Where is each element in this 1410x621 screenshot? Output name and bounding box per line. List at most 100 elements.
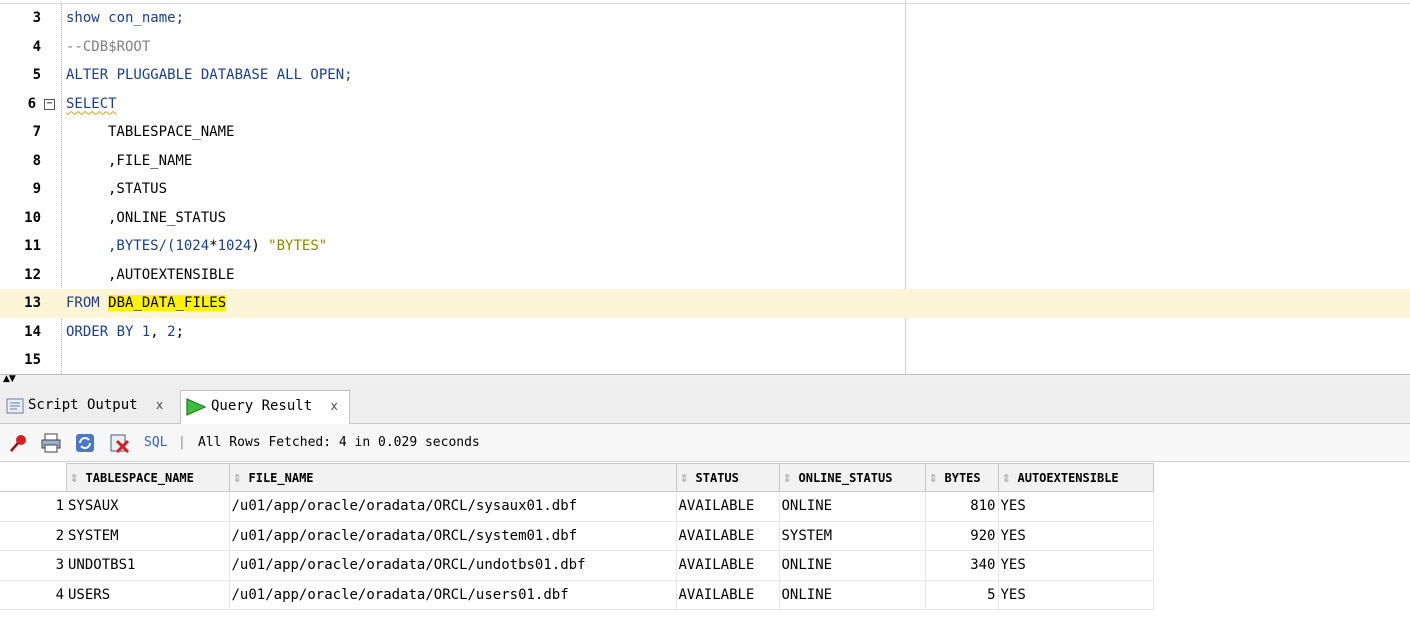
line-number: 13: [24, 295, 41, 311]
sort-icon[interactable]: ⇕: [233, 472, 249, 485]
close-icon[interactable]: x: [331, 399, 338, 413]
sort-icon[interactable]: ⇕: [783, 472, 799, 485]
editor-line[interactable]: 3 show con_name;: [0, 4, 1410, 33]
cell-status[interactable]: AVAILABLE: [676, 580, 780, 610]
fetch-status: All Rows Fetched: 4 in 0.029 seconds: [198, 435, 480, 450]
column-header-status[interactable]: ⇕ STATUS: [675, 463, 780, 492]
row-number: 3: [0, 550, 66, 581]
sql-editor[interactable]: 3 show con_name; 4 --CDB$ROOT 5 ALTER PL…: [0, 0, 1410, 374]
line-number: 15: [24, 352, 41, 368]
result-toolbar: SQL | All Rows Fetched: 4 in 0.029 secon…: [0, 424, 1410, 462]
splitter-arrows-icon[interactable]: ▲▼: [3, 375, 16, 384]
code-comment: --CDB$ROOT: [66, 38, 151, 55]
code-text: ALTER PLUGGABLE DATABASE ALL OPEN;: [66, 67, 353, 83]
line-number: 8: [32, 152, 41, 169]
print-icon[interactable]: [40, 432, 62, 454]
column-header-file-name[interactable]: ⇕ FILE_NAME: [228, 463, 677, 492]
search-highlight: DBA_DATA_FILES: [108, 295, 227, 311]
cell-file-name[interactable]: /u01/app/oracle/oradata/ORCL/undotbs01.d…: [229, 550, 677, 581]
close-icon[interactable]: x: [156, 398, 163, 412]
fold-collapse-icon[interactable]: −: [44, 98, 55, 110]
run-arrow-icon: [186, 398, 207, 416]
code-text: FROM DBA_DATA_FILES: [66, 295, 227, 311]
line-number: 14: [24, 323, 41, 340]
code-text: ORDER BY 1, 2;: [66, 323, 185, 340]
sort-icon[interactable]: ⇕: [929, 472, 945, 485]
sql-button[interactable]: SQL: [144, 433, 167, 453]
tab-label: Query Result: [211, 398, 313, 414]
editor-line[interactable]: 11 ,BYTES/(1024*1024) "BYTES": [0, 232, 1410, 261]
editor-line[interactable]: 6 − SELECT: [0, 90, 1410, 119]
editor-line[interactable]: 8 ,FILE_NAME: [0, 147, 1410, 176]
editor-line[interactable]: 14 ORDER BY 1, 2;: [0, 318, 1410, 347]
result-grid[interactable]: ⇕ TABLESPACE_NAME ⇕ FILE_NAME ⇕ STATUS ⇕ ONL…: [0, 462, 1410, 621]
sort-icon[interactable]: ⇕: [1002, 472, 1018, 485]
column-header-autoextensible[interactable]: ⇕ AUTOEXTENSIBLE: [997, 463, 1154, 492]
tab-query-result[interactable]: Query Result x: [180, 390, 350, 425]
line-number: 7: [32, 124, 41, 140]
editor-line[interactable]: 15: [0, 346, 1410, 374]
line-number: 4: [32, 38, 41, 55]
cell-tablespace[interactable]: SYSTEM: [66, 521, 230, 551]
row-number: 2: [0, 521, 66, 551]
column-header-online-status[interactable]: ⇕ ONLINE_STATUS: [778, 463, 926, 492]
cell-file-name[interactable]: /u01/app/oracle/oradata/ORCL/system01.db…: [229, 521, 677, 551]
editor-line[interactable]: 9 ,STATUS: [0, 175, 1410, 204]
cell-file-name[interactable]: /u01/app/oracle/oradata/ORCL/users01.dbf: [229, 580, 677, 610]
refresh-icon[interactable]: [74, 432, 96, 454]
row-number: 4: [0, 580, 66, 610]
editor-line[interactable]: 12 ,AUTOEXTENSIBLE: [0, 261, 1410, 290]
pin-icon[interactable]: [8, 432, 30, 454]
editor-line[interactable]: 4 --CDB$ROOT: [0, 33, 1410, 62]
sort-icon[interactable]: ⇕: [70, 472, 86, 485]
pane-splitter[interactable]: ▲▼: [0, 374, 1410, 384]
table-row[interactable]: 3 UNDOTBS1 /u01/app/oracle/oradata/ORCL/…: [0, 550, 1154, 581]
row-number-header: [0, 463, 66, 492]
column-header-tablespace-name[interactable]: ⇕ TABLESPACE_NAME: [65, 463, 230, 492]
cell-tablespace[interactable]: UNDOTBS1: [66, 550, 230, 581]
line-number: 3: [32, 10, 41, 26]
line-number: 10: [24, 209, 41, 226]
code-text: TABLESPACE_NAME: [108, 124, 235, 140]
output-tab-bar: Script Output x Query Result x: [0, 384, 1410, 425]
editor-line[interactable]: 7 TABLESPACE_NAME: [0, 118, 1410, 147]
editor-line[interactable]: 5 ALTER PLUGGABLE DATABASE ALL OPEN;: [0, 61, 1410, 90]
sort-icon[interactable]: ⇕: [680, 472, 696, 485]
table-row[interactable]: 2 SYSTEM /u01/app/oracle/oradata/ORCL/sy…: [0, 521, 1154, 551]
cell-bytes[interactable]: 340: [925, 550, 999, 581]
line-number: 5: [32, 67, 41, 83]
cell-online-status[interactable]: ONLINE: [779, 580, 926, 610]
toolbar-separator: |: [178, 435, 186, 450]
cell-status[interactable]: AVAILABLE: [676, 550, 780, 581]
cell-tablespace[interactable]: SYSAUX: [66, 491, 230, 522]
code-text: show con_name;: [66, 10, 185, 26]
cell-autoextensible[interactable]: YES: [998, 491, 1154, 522]
code-text: SELECT: [66, 95, 117, 112]
tab-script-output[interactable]: Script Output x: [0, 390, 180, 424]
cell-file-name[interactable]: /u01/app/oracle/oradata/ORCL/sysaux01.db…: [229, 491, 677, 522]
cell-tablespace[interactable]: USERS: [66, 580, 230, 610]
cell-autoextensible[interactable]: YES: [998, 580, 1154, 610]
code-text: ,ONLINE_STATUS: [108, 209, 227, 226]
column-header-bytes[interactable]: ⇕ BYTES: [924, 463, 999, 492]
cell-online-status[interactable]: SYSTEM: [779, 521, 926, 551]
line-number: 12: [24, 266, 41, 283]
tab-label: Script Output: [28, 397, 138, 413]
cell-autoextensible[interactable]: YES: [998, 521, 1154, 551]
cell-status[interactable]: AVAILABLE: [676, 491, 780, 522]
cell-bytes[interactable]: 5: [925, 580, 999, 610]
table-row[interactable]: 4 USERS /u01/app/oracle/oradata/ORCL/use…: [0, 580, 1154, 610]
cell-status[interactable]: AVAILABLE: [676, 521, 780, 551]
cancel-query-icon[interactable]: [108, 432, 130, 454]
cell-online-status[interactable]: ONLINE: [779, 491, 926, 522]
cell-bytes[interactable]: 810: [925, 491, 999, 522]
cell-bytes[interactable]: 920: [925, 521, 999, 551]
cell-autoextensible[interactable]: YES: [998, 550, 1154, 581]
editor-current-line[interactable]: 13 FROM DBA_DATA_FILES: [0, 289, 1410, 318]
table-row[interactable]: 1 SYSAUX /u01/app/oracle/oradata/ORCL/sy…: [0, 491, 1154, 522]
cell-online-status[interactable]: ONLINE: [779, 550, 926, 581]
line-number: 6: [27, 95, 36, 112]
code-text: ,FILE_NAME: [108, 152, 193, 169]
editor-line[interactable]: 10 ,ONLINE_STATUS: [0, 204, 1410, 233]
line-number: 11: [24, 238, 41, 254]
